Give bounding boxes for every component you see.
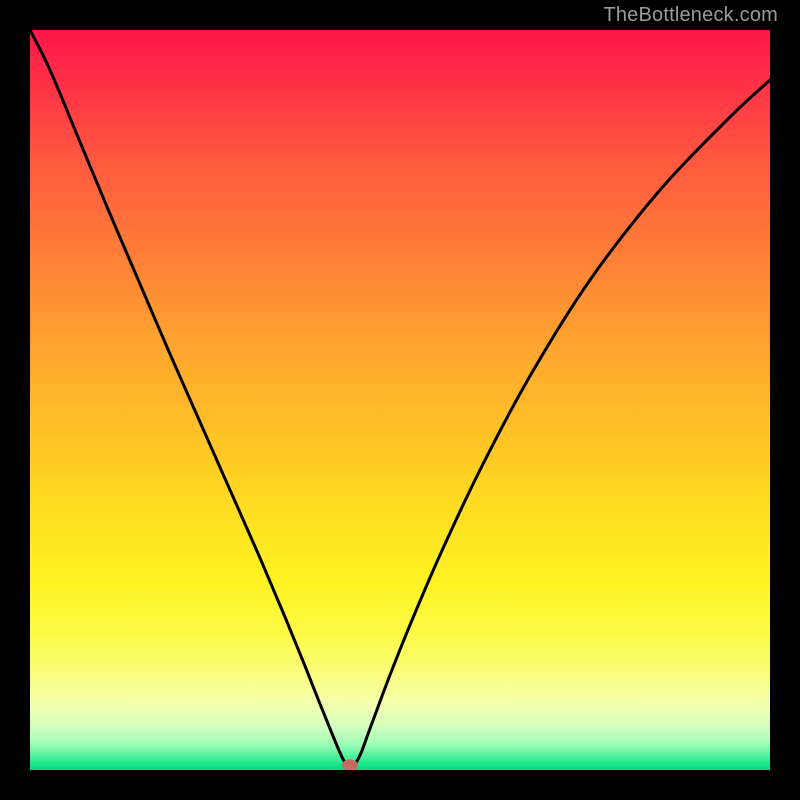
chart-frame: TheBottleneck.com [0,0,800,800]
bottleneck-curve [30,30,770,767]
watermark-text: TheBottleneck.com [603,4,778,27]
curve-layer [30,30,770,770]
optimal-point-marker [342,760,358,771]
plot-area [30,30,770,770]
